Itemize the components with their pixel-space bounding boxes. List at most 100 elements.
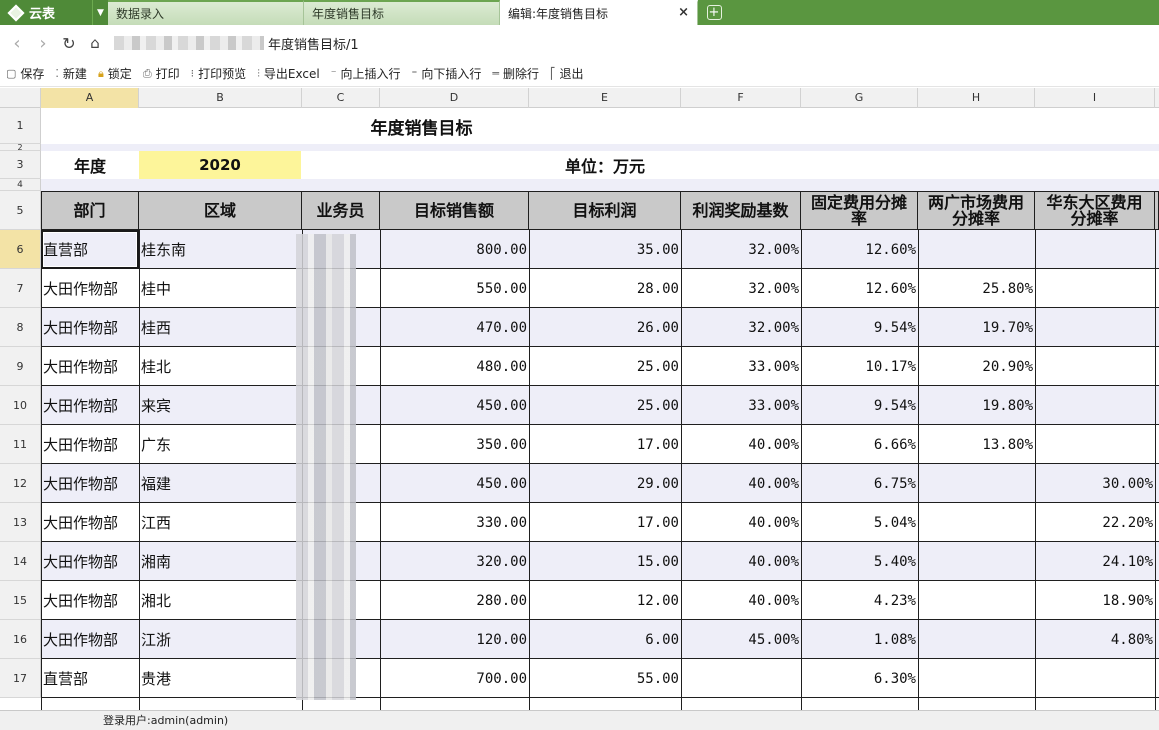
column-header-f[interactable]: F <box>681 88 801 108</box>
cell-region[interactable]: 贵港 <box>139 659 302 698</box>
tab-data-entry[interactable]: 数据录入 <box>108 0 304 25</box>
cell-guangdong-guangxi-rate[interactable]: 25.80% <box>918 269 1035 308</box>
cell-dept[interactable]: 大田作物部 <box>41 620 139 659</box>
cell-target-sales[interactable]: 470.00 <box>380 308 529 347</box>
cell-target-sales[interactable]: 480.00 <box>380 347 529 386</box>
column-header-c[interactable]: C <box>302 88 380 108</box>
year-input[interactable]: 2020 <box>139 151 301 179</box>
cell-fixed-cost-rate[interactable]: 10.17% <box>801 347 918 386</box>
cell-guangdong-guangxi-rate[interactable] <box>918 542 1035 581</box>
cell-dept[interactable]: 大田作物部 <box>41 581 139 620</box>
row-header-7[interactable]: 7 <box>0 269 41 308</box>
cell-dept[interactable]: 大田作物部 <box>41 386 139 425</box>
close-icon[interactable]: × <box>678 5 689 20</box>
cell-east-china-rate[interactable] <box>1035 386 1155 425</box>
home-icon[interactable]: ⌂ <box>82 34 108 52</box>
cell-east-china-rate[interactable] <box>1035 269 1155 308</box>
cell-dept[interactable]: 大田作物部 <box>41 464 139 503</box>
column-header-h[interactable]: H <box>918 88 1035 108</box>
cell-guangdong-guangxi-rate[interactable] <box>918 620 1035 659</box>
cell-guangdong-guangxi-rate[interactable] <box>918 503 1035 542</box>
cell-fixed-cost-rate[interactable]: 9.54% <box>801 386 918 425</box>
cell-target-profit[interactable]: 12.00 <box>529 581 681 620</box>
cell-guangdong-guangxi-rate[interactable] <box>918 464 1035 503</box>
cell-fixed-cost-rate[interactable]: 12.60% <box>801 230 918 269</box>
row-header-11[interactable]: 11 <box>0 425 41 464</box>
row-header-1[interactable]: 1 <box>0 108 41 144</box>
cell-fixed-cost-rate[interactable]: 9.54% <box>801 308 918 347</box>
cell-region[interactable]: 桂北 <box>139 347 302 386</box>
cell-dept[interactable]: 大田作物部 <box>41 347 139 386</box>
cell-east-china-rate[interactable] <box>1035 347 1155 386</box>
tab-annual-sales-target[interactable]: 年度销售目标 <box>304 0 500 25</box>
cell-profit-bonus-base[interactable]: 40.00% <box>681 542 801 581</box>
cell-target-sales[interactable]: 450.00 <box>380 386 529 425</box>
cell-guangdong-guangxi-rate[interactable] <box>918 581 1035 620</box>
cell-target-profit[interactable]: 15.00 <box>529 542 681 581</box>
cell-fixed-cost-rate[interactable]: 12.60% <box>801 269 918 308</box>
cell-target-sales[interactable]: 280.00 <box>380 581 529 620</box>
column-header-g[interactable]: G <box>801 88 918 108</box>
cell-fixed-cost-rate[interactable]: 6.30% <box>801 659 918 698</box>
cell-profit-bonus-base[interactable]: 45.00% <box>681 620 801 659</box>
cell-region[interactable]: 湘南 <box>139 542 302 581</box>
cell-guangdong-guangxi-rate[interactable]: 20.90% <box>918 347 1035 386</box>
row-header-10[interactable]: 10 <box>0 386 41 425</box>
row-header-13[interactable]: 13 <box>0 503 41 542</box>
cell-fixed-cost-rate[interactable]: 5.40% <box>801 542 918 581</box>
cell-target-profit[interactable]: 25.00 <box>529 386 681 425</box>
cell-guangdong-guangxi-rate[interactable]: 19.80% <box>918 386 1035 425</box>
row-header-15[interactable]: 15 <box>0 581 41 620</box>
cell-dept[interactable]: 大田作物部 <box>41 425 139 464</box>
cell-target-sales[interactable]: 700.00 <box>380 659 529 698</box>
cell-fixed-cost-rate[interactable]: 4.23% <box>801 581 918 620</box>
row-header-17[interactable]: 17 <box>0 659 41 698</box>
cell-region[interactable]: 桂东南 <box>139 230 302 269</box>
refresh-icon[interactable]: ↻ <box>56 34 82 53</box>
tab-edit-annual-sales-target[interactable]: 编辑:年度销售目标 × <box>500 0 698 25</box>
cell-profit-bonus-base[interactable]: 40.00% <box>681 425 801 464</box>
cell-target-profit[interactable]: 17.00 <box>529 503 681 542</box>
cell-east-china-rate[interactable] <box>1035 230 1155 269</box>
cell-east-china-rate[interactable] <box>1035 659 1155 698</box>
cell-dept[interactable]: 大田作物部 <box>41 308 139 347</box>
cell-east-china-rate[interactable]: 22.20% <box>1035 503 1155 542</box>
cell-guangdong-guangxi-rate[interactable] <box>918 659 1035 698</box>
cell-profit-bonus-base[interactable]: 40.00% <box>681 464 801 503</box>
cell-target-sales[interactable]: 800.00 <box>380 230 529 269</box>
print-preview-button[interactable]: ⁝ 打印预览 <box>191 65 247 82</box>
cell-dept[interactable]: 大田作物部 <box>41 269 139 308</box>
cell-guangdong-guangxi-rate[interactable] <box>918 230 1035 269</box>
column-header-a[interactable]: A <box>41 88 139 108</box>
column-header-d[interactable]: D <box>380 88 529 108</box>
cell-dept[interactable]: 直营部 <box>41 659 139 698</box>
cell-fixed-cost-rate[interactable]: 6.75% <box>801 464 918 503</box>
delete-row-button[interactable]: ═ 删除行 <box>492 65 539 82</box>
cell-region[interactable]: 桂中 <box>139 269 302 308</box>
cell-region[interactable]: 广东 <box>139 425 302 464</box>
save-button[interactable]: ▢ 保存 <box>6 65 44 82</box>
cell-dept[interactable]: 大田作物部 <box>41 503 139 542</box>
cell-region[interactable]: 湘北 <box>139 581 302 620</box>
back-icon[interactable]: ‹ <box>4 33 30 54</box>
row-header-12[interactable]: 12 <box>0 464 41 503</box>
cell-east-china-rate[interactable] <box>1035 308 1155 347</box>
cell-target-profit[interactable]: 26.00 <box>529 308 681 347</box>
exit-button[interactable]: ⎡ 退出 <box>550 65 584 82</box>
cell-profit-bonus-base[interactable]: 40.00% <box>681 503 801 542</box>
row-header-14[interactable]: 14 <box>0 542 41 581</box>
cell-target-sales[interactable]: 550.00 <box>380 269 529 308</box>
row-header-6[interactable]: 6 <box>0 230 41 269</box>
cell-target-profit[interactable]: 25.00 <box>529 347 681 386</box>
cell-fixed-cost-rate[interactable]: 6.66% <box>801 425 918 464</box>
cell-target-sales[interactable]: 120.00 <box>380 620 529 659</box>
print-button[interactable]: ⎙ 打印 <box>143 65 180 82</box>
cell-guangdong-guangxi-rate[interactable]: 19.70% <box>918 308 1035 347</box>
cell-profit-bonus-base[interactable]: 32.00% <box>681 308 801 347</box>
column-header-e[interactable]: E <box>529 88 681 108</box>
cell-region[interactable]: 桂西 <box>139 308 302 347</box>
new-button[interactable]: ⁚ 新建 <box>55 65 87 82</box>
cell-region[interactable]: 来宾 <box>139 386 302 425</box>
column-header-b[interactable]: B <box>139 88 302 108</box>
cell-target-profit[interactable]: 17.00 <box>529 425 681 464</box>
